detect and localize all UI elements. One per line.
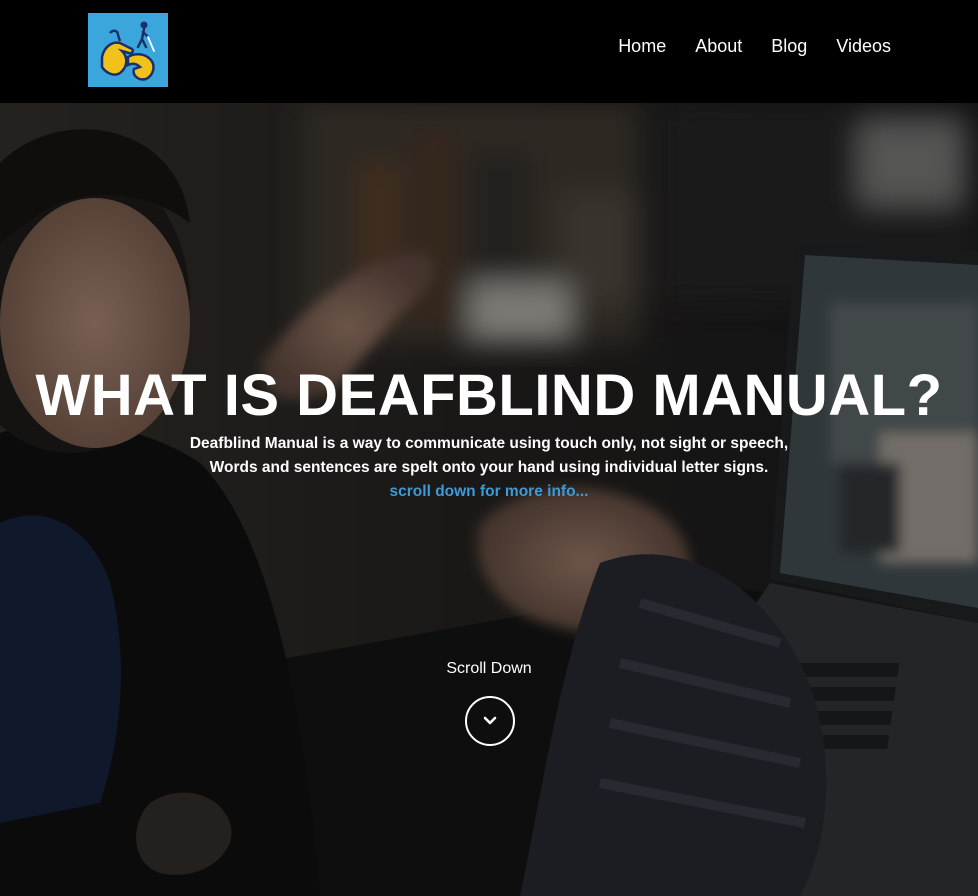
nav-videos-link[interactable]: Videos: [836, 34, 891, 58]
nav-blog-link[interactable]: Blog: [771, 34, 807, 58]
hero-description-line-1: Deafblind Manual is a way to communicate…: [189, 435, 789, 452]
deafblind-hands-logo-icon: [88, 13, 168, 87]
chevron-down-icon: [483, 716, 497, 725]
more-info-link[interactable]: scroll down for more info...: [0, 481, 978, 503]
main-nav: Home About Blog Videos: [589, 34, 891, 58]
hero-description-line-2: Words and sentences are spelt onto your …: [209, 459, 769, 476]
nav-home-link[interactable]: Home: [618, 34, 666, 58]
hero-title: WHAT IS DEAFBLIND MANUAL?: [35, 363, 943, 428]
hero-section: WHAT IS DEAFBLIND MANUAL? Deafblind Manu…: [0, 103, 978, 896]
scroll-down-button[interactable]: [465, 696, 515, 746]
scroll-down-label: Scroll Down: [446, 660, 532, 677]
site-logo[interactable]: [88, 13, 168, 87]
nav-about-link[interactable]: About: [695, 34, 742, 58]
site-header: Home About Blog Videos: [0, 0, 978, 103]
